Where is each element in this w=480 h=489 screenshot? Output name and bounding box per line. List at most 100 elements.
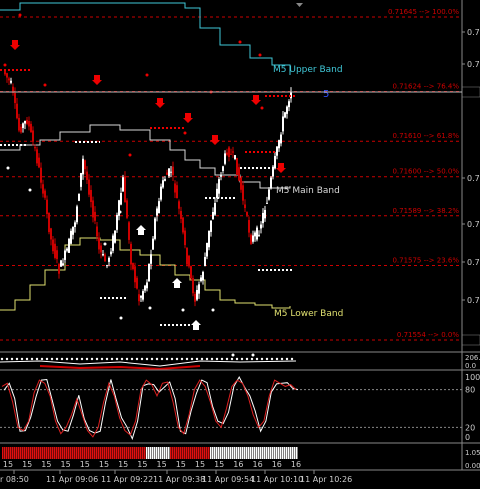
histogram-bar bbox=[258, 447, 260, 459]
candle bbox=[262, 212, 264, 224]
indicator-dot bbox=[210, 357, 214, 361]
candle bbox=[138, 294, 140, 302]
candle bbox=[156, 208, 158, 216]
candle bbox=[114, 230, 116, 243]
histogram-bar bbox=[30, 447, 32, 459]
indicator-dot bbox=[275, 357, 279, 361]
histogram-bar bbox=[240, 447, 242, 459]
histogram-bar bbox=[98, 447, 100, 459]
histogram-bar bbox=[234, 447, 236, 459]
candle bbox=[74, 222, 76, 228]
histogram-bar bbox=[286, 447, 288, 459]
candle bbox=[186, 247, 188, 265]
histogram-bar bbox=[74, 447, 76, 459]
candle bbox=[166, 172, 168, 175]
indicator-dot bbox=[175, 357, 179, 361]
candle bbox=[62, 263, 64, 266]
indicator-dot bbox=[195, 357, 199, 361]
indicator-dot bbox=[215, 357, 219, 361]
band-label: M5 Main Band bbox=[276, 186, 340, 196]
chart-canvas[interactable]: 0.71645 --> 100.0% 0.71624 --> 76.4% 0.716… bbox=[0, 0, 480, 485]
signal-dot bbox=[231, 353, 235, 357]
candle bbox=[192, 278, 194, 294]
fib-label: 0.71600 --> 50.0% bbox=[392, 168, 459, 176]
histogram-bar bbox=[272, 447, 274, 459]
candle bbox=[190, 266, 192, 279]
histogram-bar bbox=[78, 447, 80, 459]
candle bbox=[282, 116, 284, 132]
histogram-bar bbox=[288, 447, 290, 459]
candle bbox=[246, 212, 248, 216]
signal-dot bbox=[260, 106, 264, 110]
candle bbox=[68, 238, 70, 253]
histogram-bar bbox=[160, 447, 162, 459]
histogram-bar bbox=[110, 447, 112, 459]
candle bbox=[104, 254, 106, 262]
signal-dot bbox=[18, 13, 22, 17]
candle bbox=[278, 140, 280, 149]
buy-arrow bbox=[191, 320, 201, 330]
indicator-dot bbox=[250, 357, 254, 361]
histogram-bar bbox=[264, 447, 266, 459]
histogram-bar bbox=[66, 447, 68, 459]
indicator-dot bbox=[105, 357, 109, 361]
histogram-bar bbox=[18, 447, 20, 459]
histogram-bar bbox=[118, 447, 120, 459]
candle bbox=[170, 171, 172, 173]
signal-dot bbox=[183, 131, 187, 135]
candle bbox=[118, 200, 120, 216]
candle bbox=[222, 166, 224, 171]
bollinger-bands: M5 Upper Band M5 Main Band M5 Lower Band bbox=[0, 2, 343, 319]
trading-chart[interactable]: 0.71645 --> 100.0% 0.71624 --> 76.4% 0.716… bbox=[0, 0, 480, 485]
bottom-label: 16 bbox=[253, 460, 263, 469]
sell-arrow bbox=[10, 40, 20, 50]
candle bbox=[150, 254, 152, 264]
histogram-bar bbox=[198, 447, 200, 459]
candle bbox=[248, 220, 250, 233]
candle bbox=[16, 103, 18, 119]
histogram-bar bbox=[2, 447, 4, 459]
signal-dot bbox=[145, 73, 149, 77]
candle bbox=[110, 251, 112, 255]
candle bbox=[232, 151, 234, 153]
indicator-dot bbox=[120, 357, 124, 361]
price-tag bbox=[461, 334, 480, 346]
indicator-dot bbox=[80, 357, 84, 361]
candle bbox=[90, 189, 92, 203]
indicator-dot bbox=[125, 357, 129, 361]
indicator-dot bbox=[285, 357, 289, 361]
indicator-dot bbox=[160, 357, 164, 361]
price-tick-label: 0.716 bbox=[467, 60, 480, 69]
histogram-bar bbox=[52, 447, 54, 459]
candle bbox=[216, 188, 218, 199]
histogram-bar bbox=[284, 447, 286, 459]
histogram-bar bbox=[162, 447, 164, 459]
sell-arrow bbox=[92, 75, 102, 85]
histogram-bar bbox=[114, 447, 116, 459]
histogram-axis-label: 0.00 bbox=[465, 462, 480, 470]
histogram-bar bbox=[200, 447, 202, 459]
candle bbox=[196, 290, 198, 300]
histogram-bar bbox=[40, 447, 42, 459]
histogram-bar bbox=[120, 447, 122, 459]
band-label: M5 Lower Band bbox=[274, 309, 343, 319]
histogram-bar bbox=[196, 447, 198, 459]
candle bbox=[286, 106, 288, 114]
candle bbox=[152, 238, 154, 250]
indicator-dot bbox=[280, 357, 284, 361]
indicator-dot bbox=[115, 357, 119, 361]
candle bbox=[44, 190, 46, 198]
histogram-bar bbox=[256, 447, 258, 459]
histogram-bar bbox=[138, 447, 140, 459]
histogram-bar bbox=[4, 447, 6, 459]
histogram-bar bbox=[270, 447, 272, 459]
histogram-bar bbox=[62, 447, 64, 459]
histogram-bar bbox=[122, 447, 124, 459]
histogram-bar bbox=[290, 447, 292, 459]
candle bbox=[206, 242, 208, 257]
histogram-bar bbox=[212, 447, 214, 459]
candle bbox=[82, 158, 84, 175]
candle bbox=[72, 226, 74, 235]
indicator-dot bbox=[40, 357, 44, 361]
candle bbox=[210, 220, 212, 232]
